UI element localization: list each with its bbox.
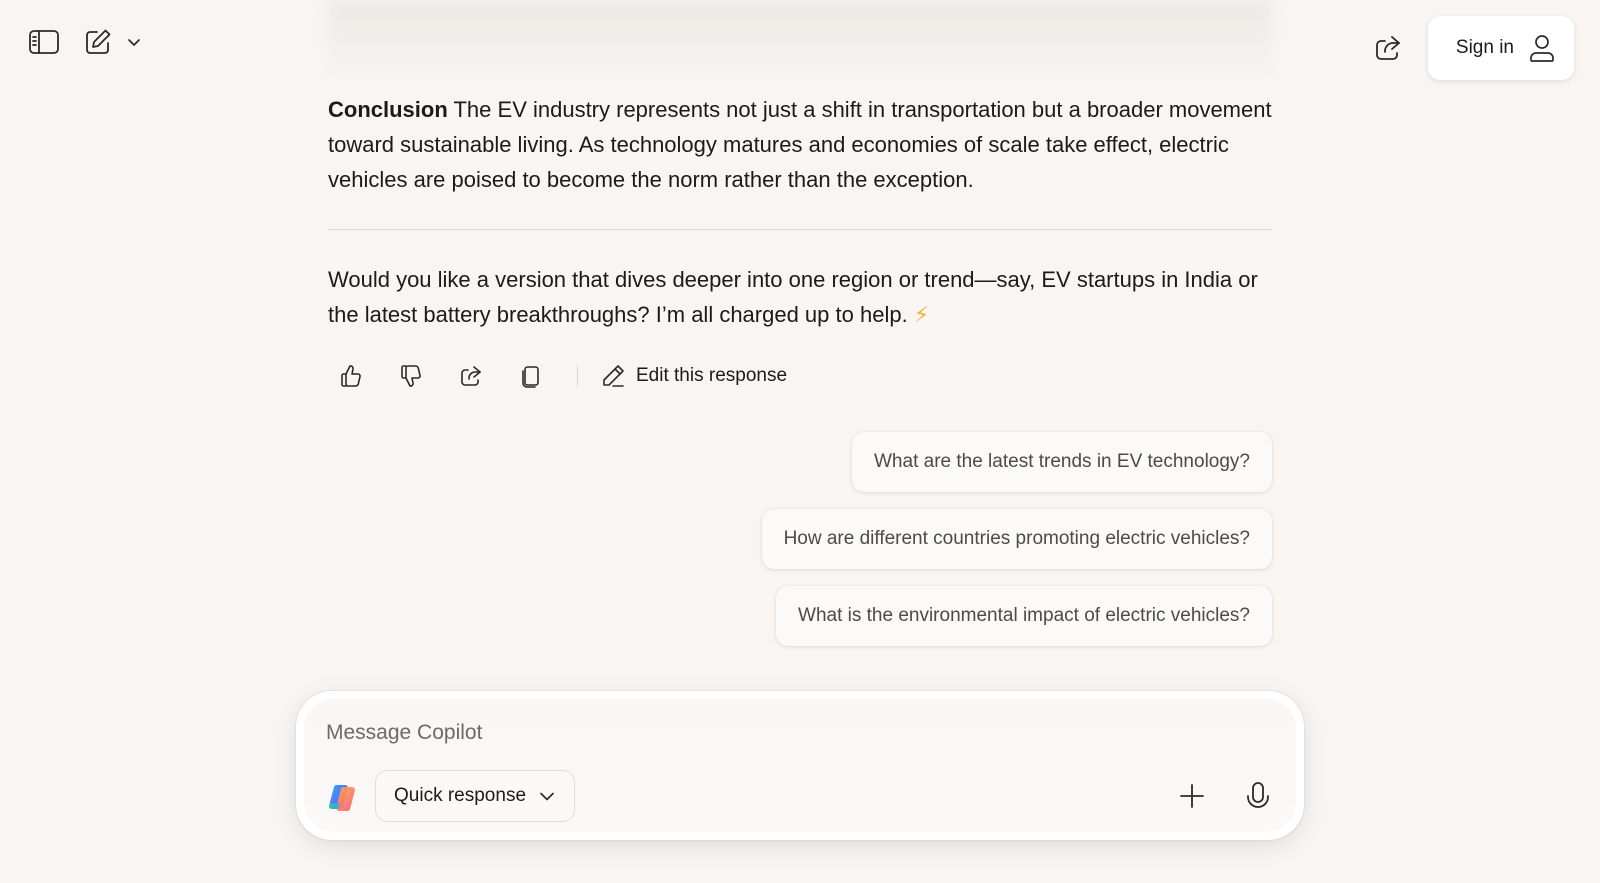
- new-chat-group: [80, 24, 146, 60]
- conclusion-paragraph: Conclusion The EV industry represents no…: [328, 92, 1272, 197]
- copilot-logo-icon: [326, 782, 358, 814]
- copy-icon[interactable]: [513, 358, 549, 394]
- conclusion-text: The EV industry represents not just a sh…: [328, 97, 1272, 192]
- followup-paragraph: Would you like a version that dives deep…: [328, 262, 1272, 332]
- plus-icon[interactable]: [1174, 778, 1210, 814]
- conclusion-heading: Conclusion: [328, 97, 448, 122]
- thumbs-down-icon[interactable]: [393, 358, 429, 394]
- sign-in-label: Sign in: [1455, 37, 1514, 58]
- person-icon: [1530, 35, 1554, 62]
- message-actions: Edit this response: [328, 358, 1272, 394]
- message-input[interactable]: [326, 718, 1226, 748]
- topbar-right: Sign in: [1370, 16, 1574, 80]
- divider: [328, 229, 1272, 230]
- edit-response-button[interactable]: Edit this response: [600, 363, 787, 389]
- sign-in-button[interactable]: Sign in: [1427, 16, 1574, 80]
- microphone-icon[interactable]: [1240, 778, 1276, 814]
- chevron-down-icon[interactable]: [122, 30, 146, 54]
- pencil-icon: [603, 365, 624, 387]
- suggestion-chip[interactable]: What are the latest trends in EV technol…: [852, 432, 1272, 492]
- sidebar-toggle-icon[interactable]: [26, 24, 62, 60]
- suggestion-chip[interactable]: What is the environmental impact of elec…: [776, 586, 1272, 646]
- edit-response-label: Edit this response: [636, 365, 788, 386]
- lightning-emoji: ⚡: [913, 302, 930, 327]
- suggested-prompts: What are the latest trends in EV technol…: [761, 432, 1272, 646]
- followup-text: Would you like a version that dives deep…: [328, 267, 1258, 327]
- assistant-message: Conclusion The EV industry represents no…: [328, 92, 1272, 394]
- response-mode-select[interactable]: Quick response: [375, 770, 575, 822]
- copilot-page: Sign in Conclusion The EV industry repre…: [0, 0, 1600, 883]
- new-chat-icon[interactable]: [80, 24, 116, 60]
- suggestion-chip[interactable]: How are different countries promoting el…: [761, 509, 1272, 569]
- share-response-icon[interactable]: [453, 358, 489, 394]
- faded-previous-content: [328, 0, 1272, 80]
- thumbs-up-icon[interactable]: [333, 358, 369, 394]
- topbar-left: [26, 24, 146, 60]
- actions-separator: [577, 365, 578, 387]
- share-icon[interactable]: [1370, 30, 1406, 66]
- response-mode-label: Quick response: [394, 785, 527, 806]
- chevron-down-icon: [540, 792, 554, 801]
